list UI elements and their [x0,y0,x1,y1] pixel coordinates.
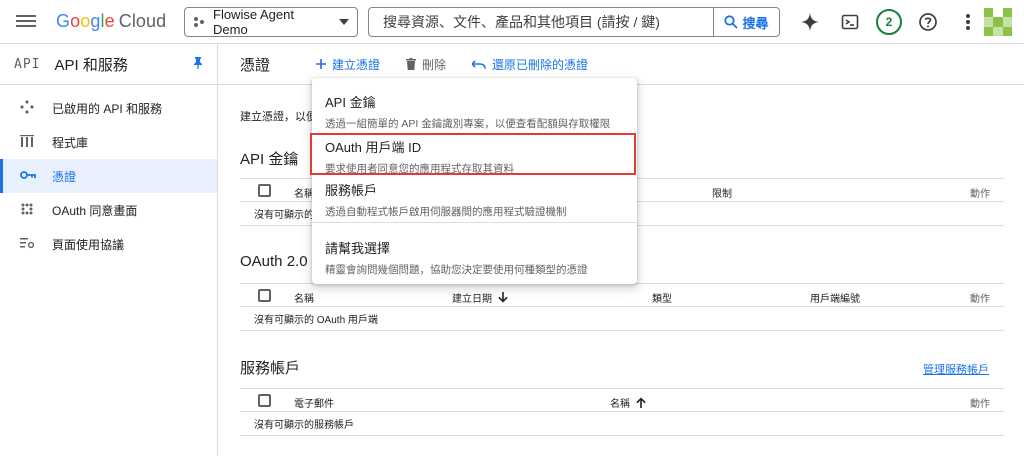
select-all-checkbox[interactable] [258,394,271,407]
empty-row: 沒有可顯示的服務帳戶 [240,412,1004,436]
consent-icon [20,202,34,219]
menu-icon[interactable] [16,12,36,32]
search-icon [724,15,739,29]
search-input[interactable]: 搜尋資源、文件、產品和其他項目 (請按 / 鍵) [369,12,713,32]
oauth-title: OAuth 2.0 [240,253,308,270]
select-all-checkbox[interactable] [258,184,271,197]
menu-divider [312,222,637,223]
table-header: 名稱 建立日期 類型 用戶端編號 動作 [240,283,1004,307]
menu-item-help-me-choose[interactable]: 請幫我選擇 精靈會詢問幾個問題，協助您決定要使用何種類型的憑證 [312,238,637,277]
arrow-up-icon [636,397,646,408]
create-credentials-button[interactable]: 建立憑證 [316,56,380,73]
top-bar: Google Cloud Flowise Agent Demo 搜尋資源、文件、產… [0,0,1024,44]
oauth-table: 名稱 建立日期 類型 用戶端編號 動作 沒有可顯示的 OAuth 用戶端 [240,283,1004,331]
sidebar-item-library[interactable]: 程式庫 [0,125,217,159]
sidebar-header: API API 和服務 [0,44,217,84]
notification-badge[interactable]: 2 [876,9,902,35]
sort-name-column[interactable]: 名稱 [610,395,646,410]
api-badge: API [14,56,41,72]
avatar[interactable] [984,8,1012,36]
intro-text: 建立憑證，以便 [240,111,317,123]
sidebar: API API 和服務 已啟用的 API 和服務 程式庫 憑證 OAuth 同意… [0,44,218,456]
help-icon[interactable] [914,8,942,36]
undo-icon [472,60,486,69]
table-header: 電子郵件 名稱 動作 [240,388,1004,412]
google-cloud-logo[interactable]: Google Cloud [56,11,166,32]
sidebar-item-page-agreement[interactable]: 頁面使用協議 [0,227,217,261]
search-bar[interactable]: 搜尋資源、文件、產品和其他項目 (請按 / 鍵) 搜尋 [368,7,780,37]
cloud-shell-icon[interactable] [836,8,864,36]
select-all-checkbox[interactable] [258,289,271,302]
trash-icon [406,58,417,70]
sidebar-item-oauth-consent[interactable]: OAuth 同意畫面 [0,193,217,227]
create-credentials-menu: API 金鑰 透過一組簡單的 API 金鑰識別專案，以便查看配額與存取權限 OA… [312,78,637,284]
pin-icon[interactable] [193,56,203,72]
project-icon [194,17,204,27]
restore-deleted-button[interactable]: 還原已刪除的憑證 [472,56,588,73]
gemini-sparkle-icon[interactable] [796,8,824,36]
library-icon [20,134,34,150]
sidebar-item-credentials[interactable]: 憑證 [0,159,217,193]
settings-list-icon [20,237,35,252]
enabled-apis-icon [20,99,34,117]
more-vert-icon[interactable] [954,8,982,36]
plus-icon [316,59,327,69]
project-name: Flowise Agent Demo [213,7,294,37]
arrow-down-icon [498,292,508,303]
delete-button[interactable]: 刪除 [406,56,446,73]
page-title: 憑證 [240,56,271,74]
key-icon [20,169,36,183]
search-button[interactable]: 搜尋 [713,8,779,36]
sidebar-title: API 和服務 [54,56,128,74]
project-picker[interactable]: Flowise Agent Demo [184,7,358,37]
menu-item-service-account[interactable]: 服務帳戶 透過自動程式帳戶啟用伺服器間的應用程式驗證機制 [312,180,637,219]
service-accounts-title: 服務帳戶 [240,360,301,377]
menu-item-api-key[interactable]: API 金鑰 透過一組簡單的 API 金鑰識別專案，以便查看配額與存取權限 [312,92,637,131]
service-accounts-table: 電子郵件 名稱 動作 沒有可顯示的服務帳戶 [240,388,1004,436]
highlight-box [310,133,636,175]
api-keys-title: API 金鑰 [240,151,299,168]
dropdown-arrow-icon [339,19,349,25]
manage-service-accounts-link[interactable]: 管理服務帳戶 [923,361,989,377]
top-icons: 2 [796,8,982,36]
empty-row: 沒有可顯示的 OAuth 用戶端 [240,307,1004,331]
sort-created-column[interactable]: 建立日期 [452,290,508,305]
sidebar-item-enabled-apis[interactable]: 已啟用的 API 和服務 [0,91,217,125]
